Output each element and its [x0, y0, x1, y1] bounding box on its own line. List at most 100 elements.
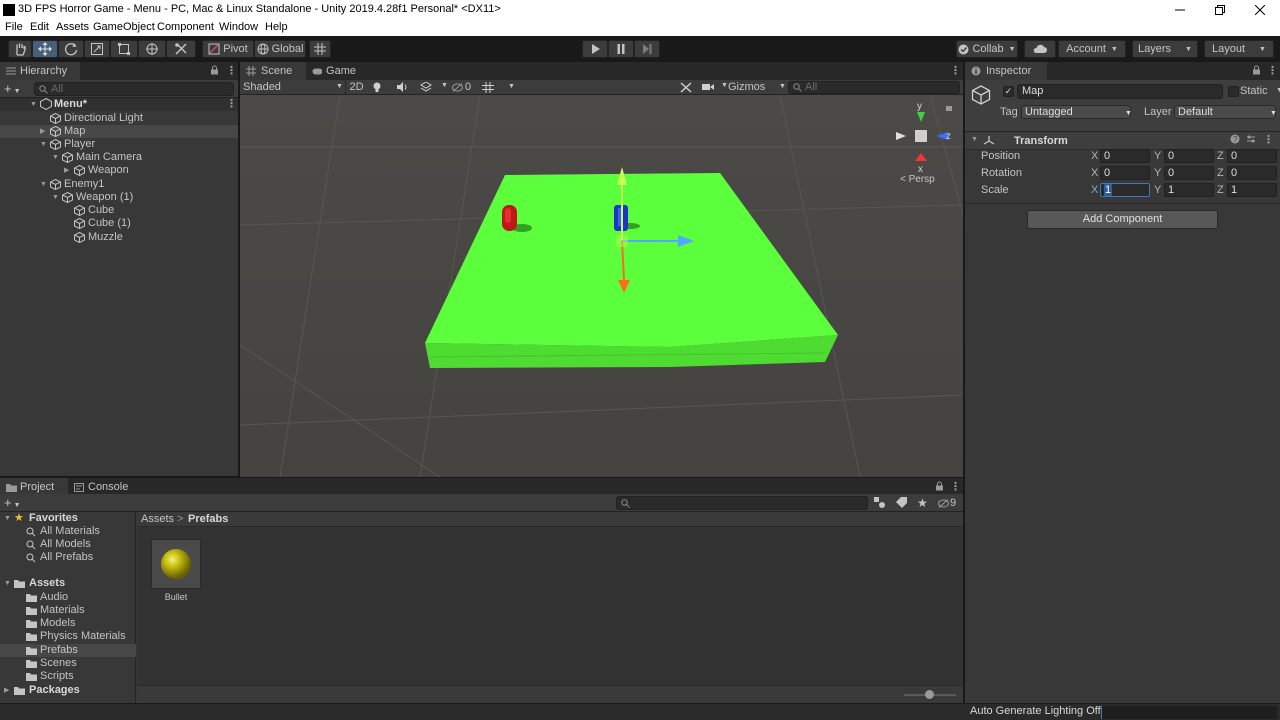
filter-by-label-icon[interactable] [896, 497, 907, 508]
scene-viewport[interactable]: y x z < Persp [240, 95, 963, 477]
favorite-item-all-models[interactable]: All Models [0, 538, 136, 551]
project-lock-icon[interactable] [935, 481, 944, 491]
account-dropdown[interactable]: Account ▼ [1058, 40, 1126, 58]
scene-search-input[interactable]: All [788, 81, 960, 94]
transform-header[interactable]: ▼ Transform ? ⋮ [965, 132, 1280, 150]
grid-dropdown-caret[interactable]: ▼ [508, 83, 515, 90]
preset-icon[interactable] [1246, 134, 1256, 144]
folder-physics-materials[interactable]: Physics Materials [0, 630, 136, 643]
menu-file[interactable]: File [5, 21, 23, 33]
filter-by-type-icon[interactable] [874, 497, 885, 508]
panel-menu-icon[interactable]: ⋮ [950, 480, 961, 493]
add-component-button[interactable]: Add Component [1027, 210, 1218, 229]
zoom-slider-thumb[interactable] [925, 690, 934, 699]
menu-component[interactable]: Component [157, 21, 214, 33]
breadcrumb-assets[interactable]: Assets [141, 513, 174, 525]
rect-tool-button[interactable] [110, 40, 138, 58]
tag-dropdown[interactable]: Untagged ▼ [1021, 105, 1132, 119]
favorites-header[interactable]: ▼ ★ Favorites [0, 512, 136, 525]
pause-button[interactable] [608, 40, 634, 58]
favorite-item-all-prefabs[interactable]: All Prefabs [0, 551, 136, 564]
asset-tile-bullet[interactable] [151, 539, 201, 589]
packages-folder[interactable]: ▶ Packages [0, 684, 136, 697]
scale-x-field[interactable]: 1 [1100, 183, 1150, 197]
component-menu-icon[interactable]: ⋮ [1263, 133, 1274, 146]
rotate-tool-button[interactable] [58, 40, 84, 58]
lock-icon[interactable] [210, 65, 219, 75]
grid-visibility-dropdown[interactable] [482, 82, 494, 93]
rotation-z-field[interactable]: 0 [1227, 166, 1277, 180]
hierarchy-item-enemy1[interactable]: ▼ Enemy1 [0, 178, 238, 191]
folder-scenes[interactable]: Scenes [0, 657, 136, 670]
move-tool-button[interactable] [32, 40, 58, 58]
layout-dropdown[interactable]: Layout ▼ [1204, 40, 1274, 58]
layers-dropdown[interactable]: Layers ▼ [1132, 40, 1198, 58]
collab-dropdown[interactable]: Collab ▼ [956, 40, 1018, 58]
object-name-field[interactable]: Map [1017, 84, 1223, 99]
tab-game[interactable]: Game [306, 62, 362, 80]
menu-window[interactable]: Window [219, 21, 258, 33]
scale-tool-button[interactable] [84, 40, 110, 58]
tab-hierarchy[interactable]: Hierarchy [0, 62, 80, 80]
hierarchy-item-cube-1[interactable]: Cube (1) [0, 217, 238, 230]
2d-toggle[interactable]: 2D [345, 80, 367, 94]
position-x-field[interactable]: 0 [1100, 149, 1150, 163]
hierarchy-item-cube[interactable]: Cube [0, 204, 238, 217]
menu-help[interactable]: Help [265, 21, 288, 33]
folder-materials[interactable]: Materials [0, 604, 136, 617]
position-z-field[interactable]: 0 [1227, 149, 1277, 163]
hierarchy-item-muzzle[interactable]: Muzzle [0, 231, 238, 244]
project-search-input[interactable] [616, 496, 868, 510]
hand-tool-button[interactable] [8, 40, 32, 58]
hierarchy-item-weapon[interactable]: ▶ Weapon [0, 164, 238, 177]
minimize-button[interactable] [1160, 0, 1200, 20]
create-button[interactable]: + ▼ [4, 81, 21, 96]
layer-dropdown[interactable]: Default ▼ [1174, 105, 1277, 119]
hidden-packages-toggle[interactable]: 9 [938, 497, 956, 509]
gizmos-dropdown[interactable]: Gizmos ▼ [728, 81, 786, 93]
menu-edit[interactable]: Edit [30, 21, 49, 33]
play-button[interactable] [582, 40, 608, 58]
hidden-objects-toggle[interactable]: 0 [452, 80, 476, 94]
scale-z-field[interactable]: 1 [1227, 183, 1277, 197]
position-y-field[interactable]: 0 [1164, 149, 1214, 163]
menu-gameobject[interactable]: GameObject [93, 21, 155, 33]
hierarchy-item-main-camera[interactable]: ▼ Main Camera [0, 151, 238, 164]
folder-prefabs[interactable]: Prefabs [0, 644, 136, 657]
hierarchy-item-directional-light[interactable]: Directional Light [0, 112, 238, 125]
camera-settings-dropdown[interactable]: ▼ [702, 82, 728, 92]
scale-y-field[interactable]: 1 [1164, 183, 1214, 197]
hierarchy-item-weapon-1[interactable]: ▼ Weapon (1) [0, 191, 238, 204]
audio-toggle[interactable] [397, 82, 408, 92]
active-checkbox[interactable]: ✓ [1003, 86, 1014, 97]
folder-models[interactable]: Models [0, 617, 136, 630]
panel-menu-icon[interactable]: ⋮ [1267, 64, 1278, 77]
help-icon[interactable]: ? [1230, 134, 1240, 144]
hierarchy-item-player[interactable]: ▼ Player [0, 138, 238, 151]
panel-menu-icon[interactable]: ⋮ [950, 64, 961, 77]
effects-dropdown[interactable]: ▼ [420, 82, 448, 92]
folder-audio[interactable]: Audio [0, 591, 136, 604]
static-checkbox[interactable] [1228, 86, 1239, 97]
shading-mode-dropdown[interactable]: Shaded ▼ [243, 81, 343, 93]
panel-menu-icon[interactable]: ⋮ [226, 64, 237, 77]
custom-tool-button[interactable] [166, 40, 196, 58]
cloud-button[interactable] [1024, 40, 1056, 58]
menu-assets[interactable]: Assets [56, 21, 89, 33]
folder-scripts[interactable]: Scripts [0, 670, 136, 683]
hierarchy-item-map[interactable]: ▶ Map [0, 125, 238, 138]
rotation-x-field[interactable]: 0 [1100, 166, 1150, 180]
hierarchy-search-input[interactable]: All [34, 82, 234, 96]
step-button[interactable] [634, 40, 660, 58]
transform-tool-button[interactable] [138, 40, 166, 58]
scene-tools-button[interactable] [680, 82, 692, 93]
assets-folder[interactable]: ▼ Assets [0, 577, 136, 590]
static-dropdown-caret[interactable]: ▼ [1276, 87, 1280, 94]
lighting-toggle[interactable] [372, 82, 382, 93]
restore-button[interactable] [1200, 0, 1240, 20]
global-toggle[interactable]: Global [254, 40, 306, 58]
inspector-lock-icon[interactable] [1252, 65, 1261, 75]
favorite-item-all-materials[interactable]: All Materials [0, 525, 136, 538]
rotation-y-field[interactable]: 0 [1164, 166, 1214, 180]
breadcrumb-prefabs[interactable]: Prefabs [188, 513, 228, 525]
